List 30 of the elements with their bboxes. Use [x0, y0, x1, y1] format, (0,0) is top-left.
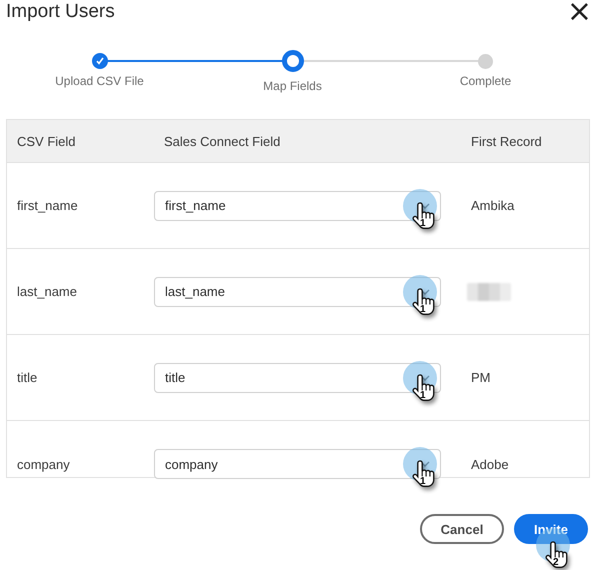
first-record-value: Ambika: [470, 198, 516, 213]
step-label: Complete: [460, 74, 512, 88]
field-dropdown[interactable]: title: [154, 362, 441, 392]
hand-cursor-icon: [411, 286, 437, 316]
step-label: Upload CSV File: [55, 74, 144, 88]
column-header: Sales Connect Field: [163, 134, 282, 148]
column-header: CSV Field: [16, 134, 77, 148]
dialog-title: Import Users: [6, 1, 115, 23]
field-dropdown[interactable]: last_name: [154, 276, 441, 306]
csv-field-name: title: [16, 370, 38, 385]
hand-cursor-icon: [411, 459, 437, 489]
field-dropdown[interactable]: first_name: [154, 190, 441, 220]
hand-cursor-icon: [411, 200, 437, 230]
csv-field-name: last_name: [16, 284, 78, 299]
callout-number: 1: [420, 390, 426, 400]
first-record-value: PM: [470, 370, 492, 385]
callout-number: 1: [420, 218, 426, 228]
callout-number: 1: [420, 304, 426, 314]
close-button[interactable]: ×: [566, 0, 592, 24]
csv-field-name: company: [16, 456, 71, 472]
step-label: Map Fields: [263, 79, 322, 93]
invite-button[interactable]: Invite: [514, 514, 588, 544]
cancel-button[interactable]: Cancel: [420, 514, 504, 544]
hand-cursor-icon: [411, 372, 437, 402]
csv-field-name: first_name: [16, 198, 79, 213]
hand-cursor-icon: [544, 540, 570, 570]
callout-number: 2: [553, 558, 559, 568]
first-record-value: Adobe: [470, 456, 510, 472]
column-header: First Record: [470, 134, 543, 148]
callout-number: 1: [420, 477, 426, 487]
